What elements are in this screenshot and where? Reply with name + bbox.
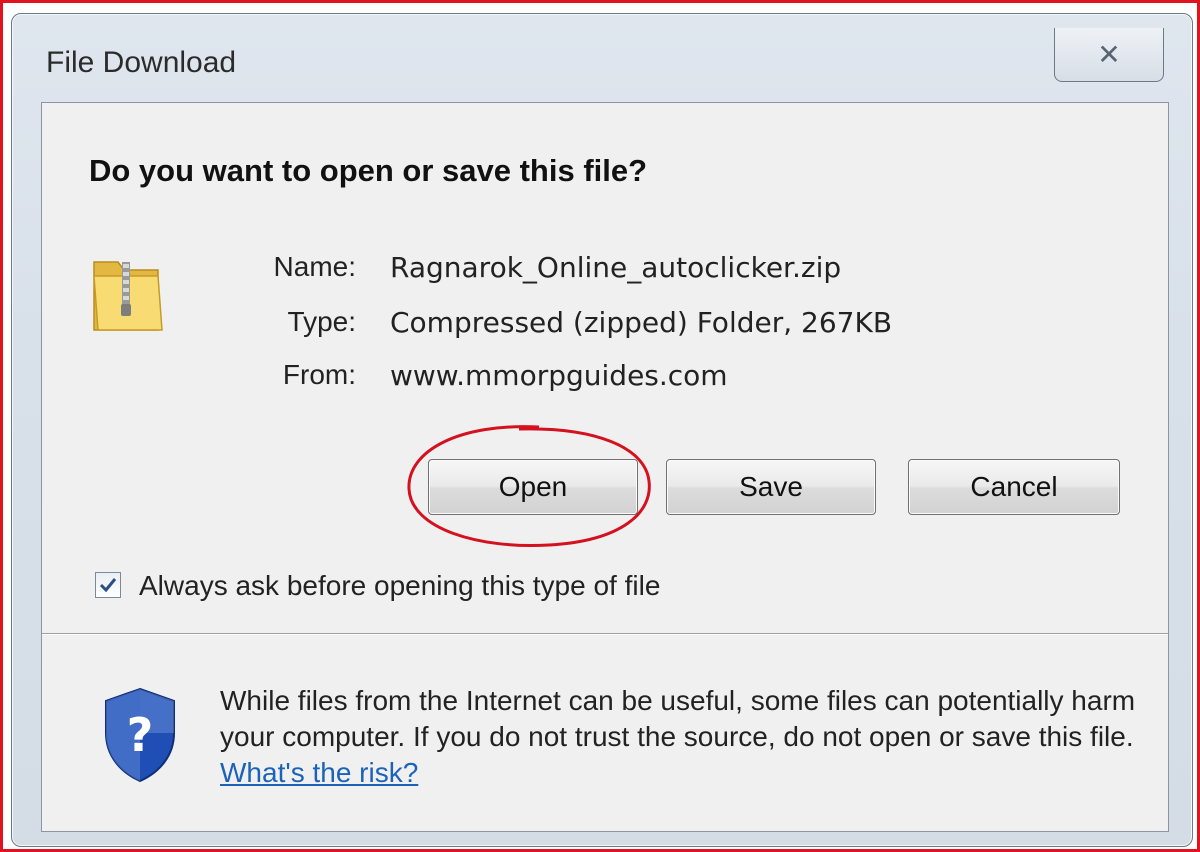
file-type-value: Compressed (zipped) Folder, 267KB	[390, 306, 893, 339]
file-name-row: Name: Ragnarok_Online_autoclicker.zip	[42, 251, 1162, 287]
shield-question-icon: ?	[105, 687, 175, 783]
checkmark-icon	[99, 578, 117, 593]
dialog-content: Do you want to open or save this file? N…	[41, 102, 1169, 832]
close-icon: ✕	[1097, 38, 1121, 71]
cancel-button[interactable]: Cancel	[908, 459, 1120, 515]
security-warning: While files from the Internet can be use…	[220, 683, 1140, 791]
close-button[interactable]: ✕	[1054, 28, 1164, 82]
open-button[interactable]: Open	[428, 459, 638, 515]
file-name-label: Name:	[273, 251, 356, 282]
dialog-question: Do you want to open or save this file?	[89, 153, 648, 188]
always-ask-label[interactable]: Always ask before opening this type of f…	[139, 570, 660, 602]
file-type-row: Type: Compressed (zipped) Folder, 267KB	[42, 306, 1162, 342]
file-source-row: From: www.mmorpguides.com	[42, 359, 1162, 395]
svg-text:?: ?	[127, 708, 154, 762]
file-download-dialog: File Download ✕ Do you want to open or s…	[11, 13, 1193, 847]
annotation-frame: File Download ✕ Do you want to open or s…	[0, 0, 1200, 852]
divider	[42, 633, 1168, 635]
file-source-value: www.mmorpguides.com	[390, 359, 728, 392]
window-title: File Download	[46, 46, 237, 79]
whats-the-risk-link[interactable]: What's the risk?	[220, 757, 418, 788]
save-button[interactable]: Save	[666, 459, 876, 515]
file-type-label: Type:	[287, 306, 356, 337]
always-ask-checkbox[interactable]	[95, 572, 121, 598]
warning-text: While files from the Internet can be use…	[220, 685, 1136, 752]
file-name-value: Ragnarok_Online_autoclicker.zip	[390, 251, 842, 284]
file-source-label: From:	[282, 359, 356, 390]
